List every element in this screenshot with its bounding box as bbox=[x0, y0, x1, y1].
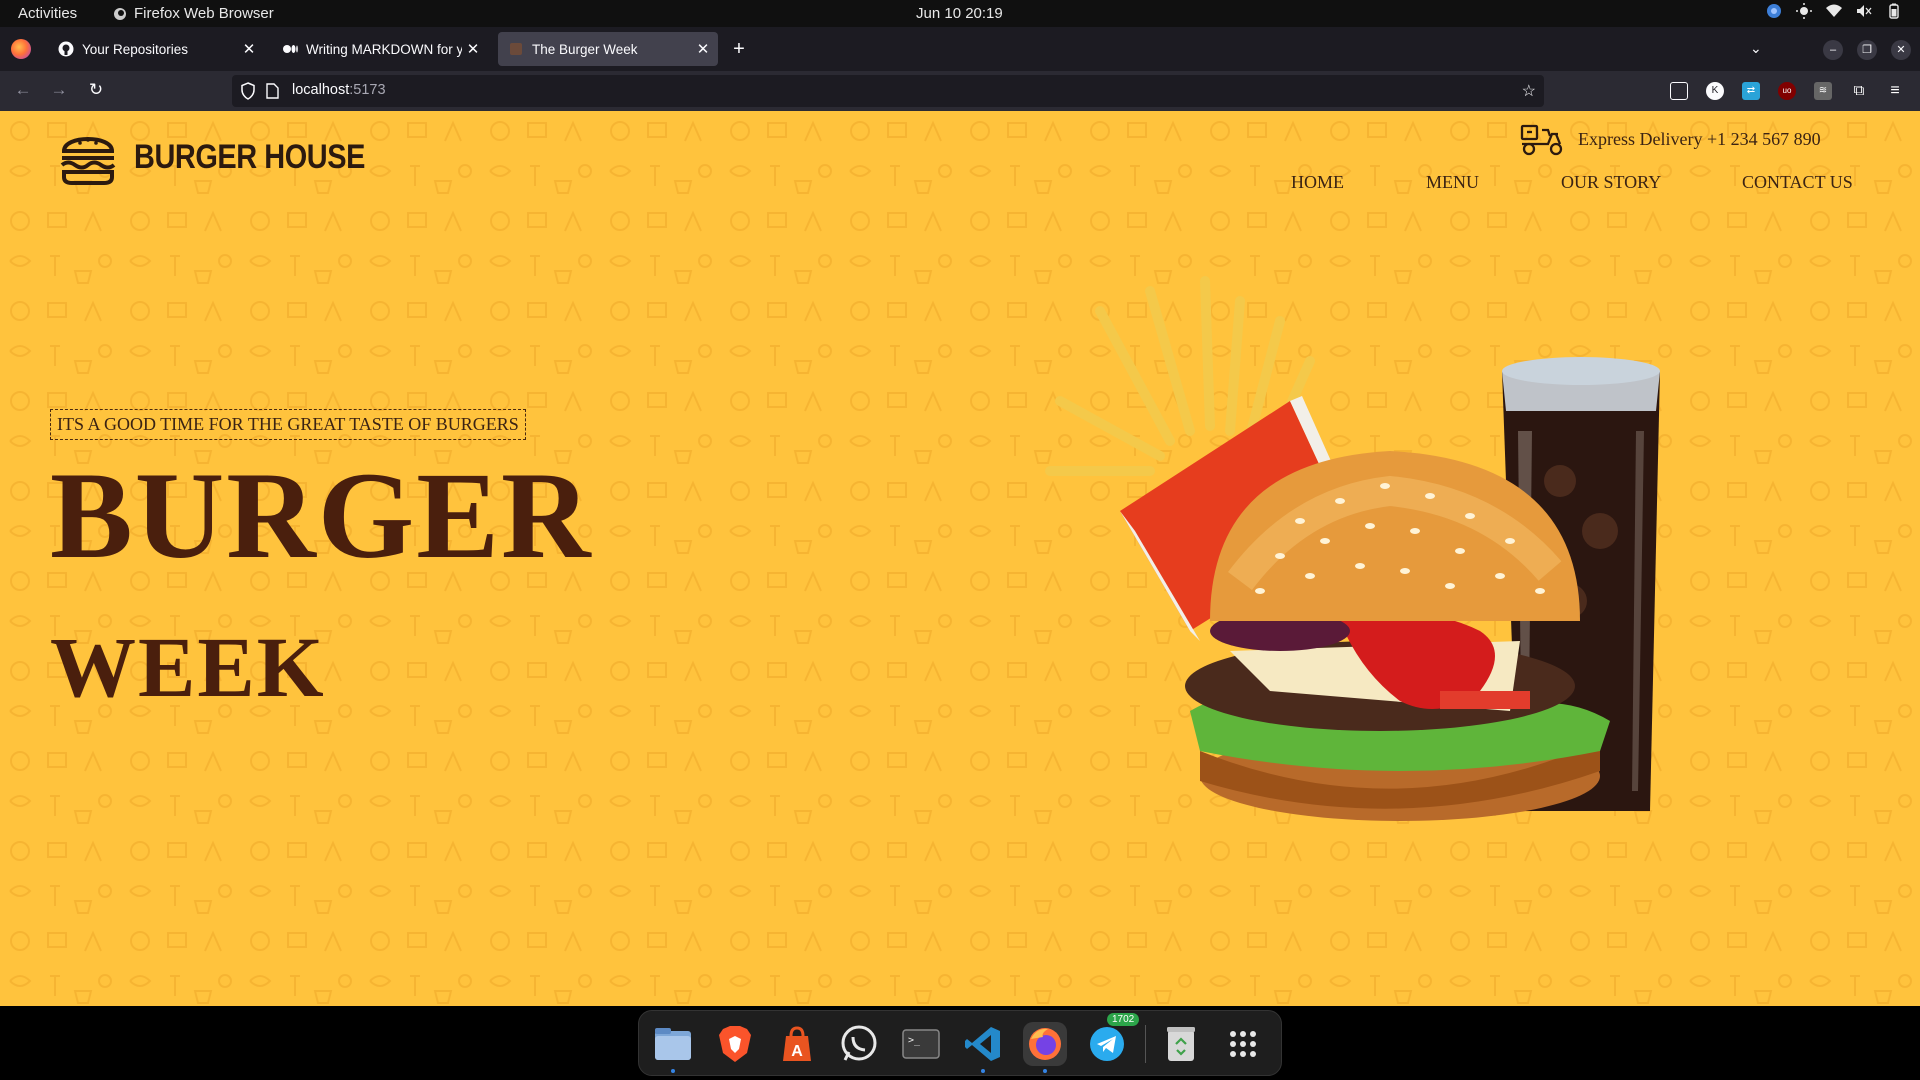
tab-your-repositories[interactable]: Your Repositories ✕ bbox=[48, 32, 264, 66]
tracking-protection-icon[interactable] bbox=[240, 82, 256, 100]
extension-icon[interactable]: ≋ bbox=[1814, 82, 1832, 100]
nav-our-story[interactable]: OUR STORY bbox=[1561, 172, 1661, 193]
restore-icon[interactable]: ❐ bbox=[1857, 40, 1877, 60]
new-tab-button[interactable]: + bbox=[728, 38, 750, 60]
system-tray[interactable] bbox=[1766, 3, 1902, 19]
firefox-icon[interactable] bbox=[1023, 1022, 1067, 1073]
terminal-icon[interactable]: >_ bbox=[899, 1022, 943, 1066]
close-tab-icon[interactable]: ✕ bbox=[238, 40, 260, 58]
clock[interactable]: Jun 10 20:19 bbox=[916, 5, 1003, 22]
minimize-icon[interactable]: – bbox=[1823, 40, 1843, 60]
files-icon[interactable] bbox=[651, 1022, 695, 1073]
vscode-icon[interactable] bbox=[961, 1022, 1005, 1073]
wifi-icon bbox=[1826, 4, 1842, 17]
page-info-icon[interactable] bbox=[266, 83, 279, 99]
page-icon bbox=[508, 41, 524, 57]
translate-extension-icon[interactable]: ⇄ bbox=[1742, 82, 1760, 100]
delivery-scooter-icon bbox=[1520, 124, 1563, 156]
navigation-toolbar: ← → ↻ localhost:5173 ☆ K ⇄ uo ≋ ⧉ ≡ bbox=[0, 71, 1920, 111]
nav-menu[interactable]: MENU bbox=[1426, 172, 1479, 193]
site-header: BURGER HOUSE Express Delivery +1 234 567… bbox=[0, 111, 1920, 231]
volume-icon bbox=[1857, 5, 1872, 17]
brave-icon[interactable] bbox=[713, 1022, 757, 1066]
url-port: :5173 bbox=[349, 82, 386, 98]
svg-text:>_: >_ bbox=[908, 1035, 921, 1046]
hamburger-menu-icon[interactable]: ≡ bbox=[1886, 82, 1904, 100]
brand-name: BURGER HOUSE bbox=[134, 137, 365, 176]
vpn-icon bbox=[1767, 4, 1781, 18]
tab-title: The Burger Week bbox=[532, 41, 638, 57]
system-top-bar: Activities Firefox Web Browser Jun 10 20… bbox=[0, 0, 1920, 27]
dock-area: A >_ 1702 bbox=[0, 1006, 1920, 1080]
app-center-icon[interactable]: A bbox=[775, 1022, 819, 1066]
tab-title: Your Repositories bbox=[82, 41, 189, 57]
list-all-tabs-icon[interactable]: ⌄ bbox=[1750, 40, 1762, 57]
running-indicator bbox=[981, 1069, 985, 1073]
forward-icon[interactable]: → bbox=[48, 80, 70, 100]
telegram-icon[interactable]: 1702 bbox=[1085, 1013, 1140, 1066]
trash-icon[interactable] bbox=[1159, 1022, 1203, 1066]
tab-writing-markdown[interactable]: Writing MARKDOWN for y ✕ bbox=[272, 32, 488, 66]
activities-button[interactable]: Activities bbox=[18, 5, 77, 22]
svg-text:A: A bbox=[791, 1043, 803, 1060]
extensions-puzzle-icon[interactable]: ⧉ bbox=[1850, 82, 1868, 100]
firefox-icon bbox=[114, 7, 126, 20]
app-grid-icon[interactable] bbox=[1221, 1022, 1265, 1066]
hero-tagline: ITS A GOOD TIME FOR THE GREAT TASTE OF B… bbox=[50, 409, 526, 440]
url-bar[interactable]: localhost:5173 ☆ bbox=[232, 75, 1544, 107]
close-tab-icon[interactable]: ✕ bbox=[692, 40, 714, 58]
tab-strip: Your Repositories ✕ Writing MARKDOWN for… bbox=[0, 27, 1920, 71]
web-page: BURGER HOUSE Express Delivery +1 234 567… bbox=[0, 111, 1920, 1006]
pocket-icon[interactable] bbox=[1670, 82, 1688, 100]
running-indicator bbox=[1043, 1069, 1047, 1073]
reload-icon[interactable]: ↻ bbox=[85, 80, 107, 100]
firefox-view-icon[interactable] bbox=[11, 39, 31, 59]
keeper-icon[interactable]: K bbox=[1706, 82, 1724, 100]
tab-title: Writing MARKDOWN for y bbox=[306, 41, 462, 57]
nav-home[interactable]: HOME bbox=[1291, 172, 1344, 193]
back-icon[interactable]: ← bbox=[12, 80, 34, 100]
burger-logo-icon bbox=[60, 137, 116, 185]
dock-separator bbox=[1145, 1025, 1146, 1063]
close-window-icon[interactable]: ✕ bbox=[1891, 40, 1911, 60]
tab-the-burger-week[interactable]: The Burger Week ✕ bbox=[498, 32, 718, 66]
hero-title: BURGER bbox=[50, 447, 593, 584]
close-tab-icon[interactable]: ✕ bbox=[462, 40, 484, 58]
hero-subtitle: WEEK bbox=[50, 619, 326, 715]
ublock-origin-icon[interactable]: uo bbox=[1778, 82, 1796, 100]
telegram-unread-badge: 1702 bbox=[1107, 1013, 1140, 1026]
site-logo[interactable]: BURGER HOUSE bbox=[58, 127, 406, 187]
express-delivery-info: Express Delivery +1 234 567 890 bbox=[1520, 122, 1821, 156]
whatsapp-icon[interactable] bbox=[837, 1022, 881, 1066]
running-indicator bbox=[671, 1069, 675, 1073]
url-text: localhost:5173 bbox=[292, 82, 386, 98]
delivery-phone-text: Express Delivery +1 234 567 890 bbox=[1578, 128, 1821, 149]
burger-combo-image bbox=[1045, 276, 1660, 821]
url-host: localhost bbox=[292, 82, 350, 98]
bookmark-star-icon[interactable]: ☆ bbox=[1522, 81, 1536, 101]
github-icon bbox=[58, 41, 74, 57]
app-menu[interactable]: Firefox Web Browser bbox=[113, 5, 274, 22]
nav-contact-us[interactable]: CONTACT US bbox=[1742, 172, 1853, 193]
app-name: Firefox Web Browser bbox=[134, 5, 274, 22]
brightness-icon bbox=[1796, 3, 1812, 19]
battery-icon bbox=[1889, 3, 1899, 19]
dock: A >_ 1702 bbox=[638, 1010, 1282, 1076]
medium-icon bbox=[282, 41, 298, 57]
